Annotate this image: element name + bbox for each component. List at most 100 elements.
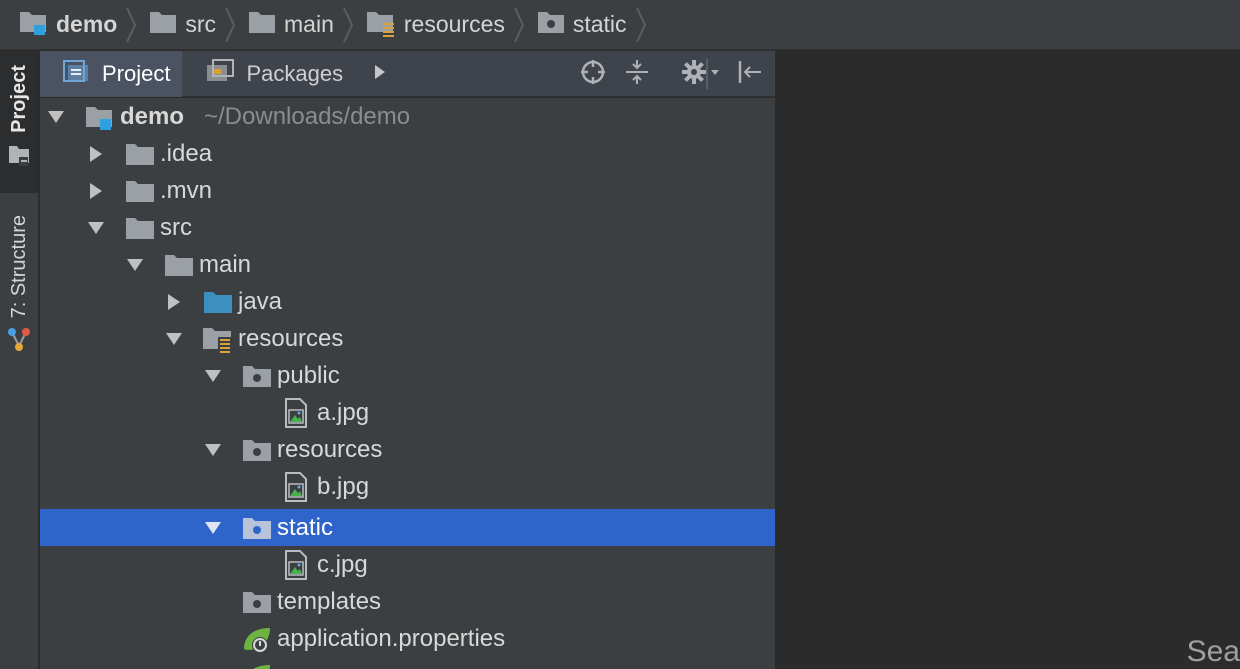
expand-arrow-icon[interactable] [201, 509, 225, 546]
tree-row-templates[interactable]: templates [40, 583, 775, 620]
locate-button[interactable] [578, 59, 608, 89]
expand-arrow-icon[interactable] [84, 209, 108, 246]
tree-row-a-jpg[interactable]: a.jpg [40, 394, 775, 431]
tree-row-application-properties[interactable]: application.properties [40, 620, 775, 657]
breadcrumb-separator-icon [635, 7, 646, 42]
tree-row-main[interactable]: main [40, 246, 775, 283]
tree-row-java[interactable]: java [40, 283, 775, 320]
tool-window-strip: Project 7: Structure [0, 51, 39, 669]
settings-icon [681, 59, 723, 90]
tree-row-demo[interactable]: demo ~/Downloads/demo [40, 98, 775, 135]
spring-file-icon [241, 657, 273, 669]
tab-packages-label: Packages [246, 60, 344, 86]
web-folder-icon [241, 431, 273, 468]
breadcrumb-label: static [572, 11, 627, 37]
project-view-icon [62, 57, 92, 91]
breadcrumb-separator-icon [342, 7, 353, 42]
module-folder-icon [84, 98, 116, 135]
tree-item-label: b.jpg [317, 473, 370, 500]
packages-view-icon [204, 57, 236, 91]
image-file-icon [280, 546, 312, 583]
tree-row-resources[interactable]: resources [40, 431, 775, 468]
tool-tab-project[interactable]: Project [0, 51, 38, 193]
tool-tab-structure[interactable]: 7: Structure [0, 211, 38, 371]
collapse-arrow-icon[interactable] [162, 283, 186, 320]
more-tabs-button[interactable] [365, 59, 395, 89]
tree-row-static[interactable]: static [40, 509, 775, 546]
tool-tab-project-label: Project [7, 65, 30, 133]
editor-hint-text: Sea [1186, 635, 1240, 668]
expand-arrow-icon[interactable] [44, 98, 68, 135]
breadcrumb-label: src [185, 11, 217, 37]
breadcrumb-separator-icon [513, 7, 524, 42]
module-folder-icon [18, 7, 48, 42]
breadcrumb-item-static[interactable]: static [537, 0, 659, 50]
collapse-all-icon [624, 59, 650, 90]
editor-area[interactable]: Sea [776, 51, 1240, 669]
collapse-arrow-icon[interactable] [84, 135, 108, 172]
project-tree[interactable]: demo ~/Downloads/demo .idea .mvn src mai… [40, 98, 775, 669]
tree-item-label: public [277, 362, 340, 389]
breadcrumb-item-main[interactable]: main [248, 0, 366, 50]
more-tabs-icon [373, 63, 387, 86]
expand-arrow-icon[interactable] [201, 431, 225, 468]
expand-arrow-icon[interactable] [162, 320, 186, 357]
hide-panel-button[interactable] [734, 59, 764, 89]
breadcrumb-separator-icon [126, 7, 137, 42]
breadcrumb-item-resources[interactable]: resources [366, 0, 537, 50]
settings-button[interactable] [680, 59, 724, 89]
folder-icon [149, 9, 177, 40]
breadcrumb-item-src[interactable]: src [149, 0, 248, 50]
expand-arrow-icon[interactable] [201, 357, 225, 394]
web-folder-icon [241, 583, 273, 620]
breadcrumb: demo src main resources static [0, 0, 1240, 50]
tree-item-label: static [277, 514, 334, 541]
web-folder-icon [241, 509, 273, 546]
folder-icon [163, 246, 195, 283]
tab-project[interactable]: Project [40, 50, 183, 97]
expand-arrow-icon[interactable] [123, 246, 147, 283]
folder-icon [124, 172, 156, 209]
tree-row-resources-root[interactable]: resources [40, 320, 775, 357]
tree-row-public[interactable]: public [40, 357, 775, 394]
resources-folder-icon [366, 7, 396, 42]
collapse-all-button[interactable] [622, 59, 652, 89]
folder-icon [124, 209, 156, 246]
image-file-icon [280, 468, 312, 505]
tree-item-label: .idea [160, 140, 213, 167]
tree-item-label: .mvn [160, 177, 213, 204]
tree-row-mvn[interactable]: .mvn [40, 172, 775, 209]
spring-properties-icon [241, 620, 273, 657]
source-folder-icon [202, 283, 234, 320]
tree-item-label: c.jpg [317, 551, 368, 578]
tool-tab-structure-label: 7: Structure [7, 215, 30, 319]
tree-row-c-jpg[interactable]: c.jpg [40, 546, 775, 583]
tab-project-label: Project [102, 60, 171, 86]
breadcrumb-label: demo [56, 11, 118, 37]
hide-panel-icon [736, 59, 762, 90]
tree-item-label: a.jpg [317, 399, 370, 426]
tree-row-partial[interactable] [40, 657, 775, 669]
tree-item-label: resources [277, 436, 383, 463]
tab-packages[interactable]: Packages [182, 51, 355, 97]
tree-item-label: templates [277, 588, 382, 615]
web-folder-icon [537, 9, 565, 40]
breadcrumb-label: resources [403, 11, 505, 37]
resources-folder-icon [202, 320, 234, 357]
collapse-arrow-icon[interactable] [84, 172, 108, 209]
tree-item-label: resources [238, 325, 344, 352]
breadcrumb-label: main [284, 11, 334, 37]
folder-icon [248, 9, 276, 40]
image-file-icon [280, 394, 312, 431]
tree-row-b-jpg[interactable]: b.jpg [40, 468, 775, 505]
project-view-icon [7, 143, 31, 172]
tree-row-src[interactable]: src [40, 209, 775, 246]
project-panel-header: Project Packages [40, 50, 775, 97]
tree-item-label: main [199, 251, 252, 278]
tree-item-label: application.properties [277, 625, 506, 652]
structure-icon [6, 326, 32, 359]
web-folder-icon [241, 357, 273, 394]
tree-item-label: java [238, 288, 283, 315]
tree-row-idea[interactable]: .idea [40, 135, 775, 172]
breadcrumb-item-demo[interactable]: demo [18, 0, 149, 50]
